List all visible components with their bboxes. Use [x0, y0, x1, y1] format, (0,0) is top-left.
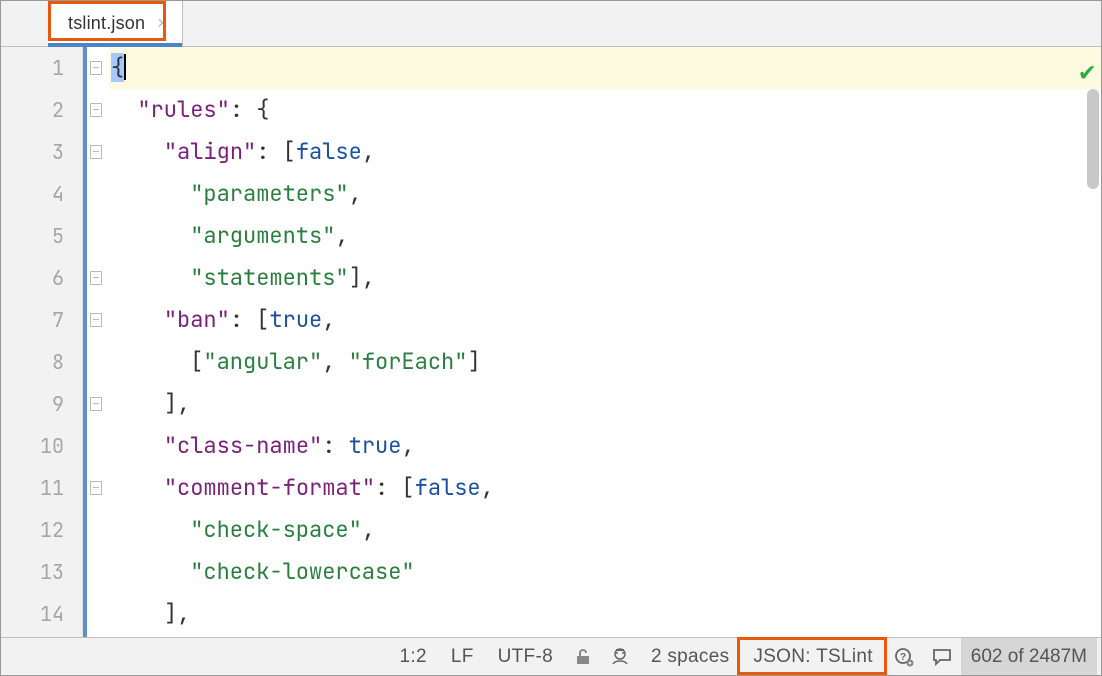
json-key: "class-name" — [164, 431, 322, 460]
code-line[interactable]: "comment-format": [false, — [109, 467, 1101, 509]
boolean: true — [269, 305, 322, 334]
editor-area: 1 2 3 4 5 6 7 8 9 10 11 12 13 14 ✔ { "ru… — [1, 47, 1101, 637]
line-number[interactable]: 11 — [1, 467, 64, 509]
json-key: "comment-format" — [164, 473, 375, 502]
fold-handle[interactable] — [90, 271, 102, 285]
punctuation: ] — [467, 347, 480, 376]
punctuation: , — [349, 179, 362, 208]
code-line[interactable]: "statements"], — [109, 257, 1101, 299]
code-line[interactable]: "parameters", — [109, 173, 1101, 215]
json-key: "rules" — [137, 95, 229, 124]
punctuation: , — [481, 473, 494, 502]
line-number[interactable]: 4 — [1, 173, 64, 215]
line-number[interactable]: 3 — [1, 131, 64, 173]
punctuation: , — [362, 137, 375, 166]
code-line[interactable]: "ban": [true, — [109, 299, 1101, 341]
fold-handle[interactable] — [90, 61, 102, 75]
code-line[interactable]: ["angular", "forEach"] — [109, 341, 1101, 383]
string: "angular" — [203, 347, 322, 376]
fold-handle[interactable] — [90, 481, 102, 495]
punctuation: , — [322, 305, 335, 334]
encoding[interactable]: UTF-8 — [486, 638, 565, 675]
editor-tab[interactable]: tslint.json × — [48, 1, 183, 46]
code-line[interactable]: "arguments", — [109, 215, 1101, 257]
punctuation: : [ — [230, 305, 270, 334]
json-key: "align" — [164, 137, 256, 166]
line-number[interactable]: 2 — [1, 89, 64, 131]
chat-icon[interactable] — [923, 646, 961, 668]
line-number[interactable]: 7 — [1, 299, 64, 341]
tab-label: tslint.json — [68, 13, 145, 34]
line-number[interactable]: 13 — [1, 551, 64, 593]
code-line[interactable]: { — [109, 47, 1101, 89]
fold-handle[interactable] — [90, 313, 102, 327]
punctuation: : — [322, 431, 348, 460]
caret-position[interactable]: 1:2 — [388, 638, 439, 675]
code-line[interactable]: "rules": { — [109, 89, 1101, 131]
inspector-icon[interactable] — [601, 646, 639, 668]
unlock-icon[interactable] — [565, 647, 601, 667]
fold-handle[interactable] — [90, 103, 102, 117]
line-number-gutter: 1 2 3 4 5 6 7 8 9 10 11 12 13 14 — [1, 47, 83, 637]
help-settings-icon[interactable]: ? — [885, 646, 923, 668]
line-number[interactable]: 5 — [1, 215, 64, 257]
svg-text:?: ? — [900, 652, 906, 663]
line-number[interactable]: 10 — [1, 425, 64, 467]
close-icon[interactable]: × — [157, 13, 168, 34]
punctuation: ], — [164, 599, 190, 628]
indent-setting[interactable]: 2 spaces — [639, 638, 741, 675]
fold-handle[interactable] — [90, 145, 102, 159]
punctuation: : { — [230, 95, 270, 124]
fold-handle[interactable] — [90, 397, 102, 411]
code-line[interactable]: "align": [false, — [109, 131, 1101, 173]
punctuation: [ — [190, 347, 203, 376]
text-caret — [124, 54, 126, 80]
punctuation: , — [401, 431, 414, 460]
line-number[interactable]: 1 — [1, 47, 64, 89]
punctuation: : [ — [256, 137, 296, 166]
code-line[interactable]: "class-name": true, — [109, 425, 1101, 467]
punctuation: ], — [349, 263, 375, 292]
scrollbar-thumb[interactable] — [1087, 89, 1099, 189]
code-content[interactable]: ✔ { "rules": { "align": [false, "paramet… — [109, 47, 1101, 637]
line-number[interactable]: 9 — [1, 383, 64, 425]
line-number[interactable]: 12 — [1, 509, 64, 551]
boolean: true — [349, 431, 402, 460]
punctuation: : [ — [375, 473, 415, 502]
string: "statements" — [190, 263, 348, 292]
boolean: false — [415, 473, 481, 502]
punctuation: , — [362, 515, 375, 544]
string: "parameters" — [190, 179, 348, 208]
code-line[interactable]: ], — [109, 593, 1101, 635]
file-language[interactable]: JSON: TSLint — [741, 638, 884, 675]
ok-check-icon[interactable]: ✔ — [1079, 53, 1095, 88]
memory-indicator[interactable]: 602 of 2487M — [961, 638, 1097, 675]
code-line[interactable]: ], — [109, 383, 1101, 425]
punctuation: , — [335, 221, 348, 250]
code-line[interactable]: "check-lowercase" — [109, 551, 1101, 593]
boolean: false — [296, 137, 362, 166]
fold-column — [83, 47, 109, 637]
line-number[interactable]: 8 — [1, 341, 64, 383]
brace: { — [111, 53, 124, 82]
punctuation: , — [322, 347, 348, 376]
line-number[interactable]: 6 — [1, 257, 64, 299]
punctuation: ], — [164, 389, 190, 418]
line-separator[interactable]: LF — [439, 638, 486, 675]
json-key: "ban" — [164, 305, 230, 334]
line-number[interactable]: 14 — [1, 593, 64, 635]
tab-bar: tslint.json × — [1, 1, 1101, 47]
code-line[interactable]: "check-space", — [109, 509, 1101, 551]
string: "check-space" — [190, 515, 362, 544]
string: "check-lowercase" — [190, 557, 414, 586]
status-bar: 1:2 LF UTF-8 2 spaces JSON: TSLint ? 602… — [1, 637, 1101, 675]
string: "forEach" — [349, 347, 468, 376]
string: "arguments" — [190, 221, 335, 250]
